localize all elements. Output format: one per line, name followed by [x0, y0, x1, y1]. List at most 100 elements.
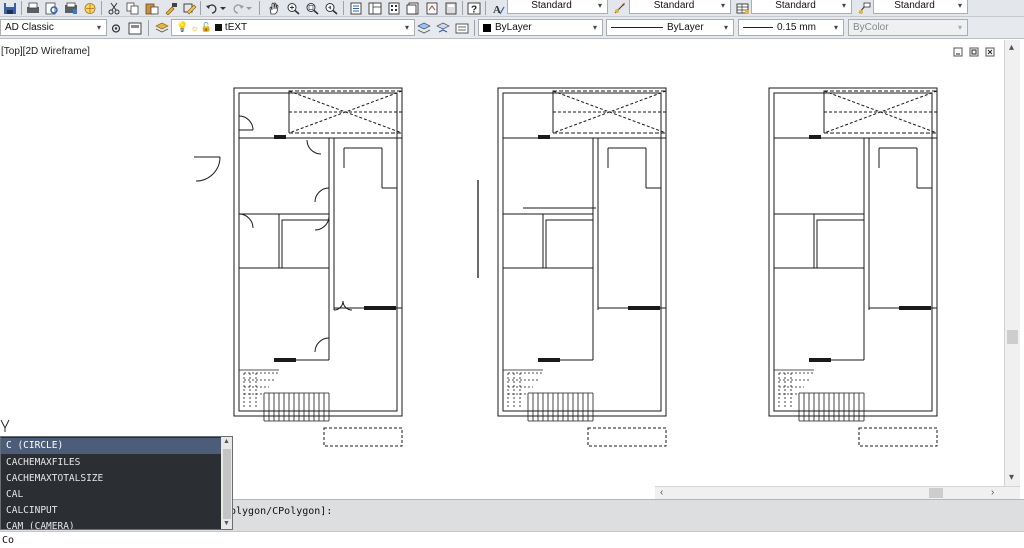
publish-icon[interactable]: [63, 1, 79, 15]
scroll-down-icon[interactable]: ▼: [223, 520, 230, 527]
autocomplete-item[interactable]: CAL: [1, 487, 221, 503]
layer-combo[interactable]: 💡 ☼ 🔓 tEXT ▾: [171, 19, 415, 36]
scroll-right-icon[interactable]: ›: [991, 487, 994, 498]
command-input[interactable]: Co: [2, 535, 14, 546]
standard-toolbar: ? A Standard ▾ Standard ▾ Standard ▾ Sta…: [0, 0, 1024, 17]
color-combo[interactable]: ByLayer ▾: [478, 19, 603, 36]
color-value: ByLayer: [495, 22, 532, 33]
3d-dwf-icon[interactable]: [82, 1, 98, 15]
match-properties-icon[interactable]: [163, 1, 179, 15]
autocomplete-item[interactable]: CALCINPUT: [1, 503, 221, 519]
linetype-preview: [611, 27, 663, 28]
paste-icon[interactable]: [144, 1, 160, 15]
dimension-style-combo[interactable]: Standard ▾: [629, 0, 731, 14]
lineweight-combo[interactable]: 0.15 mm ▾: [738, 19, 844, 36]
scroll-up-icon[interactable]: ▲: [223, 438, 230, 445]
autocomplete-item[interactable]: CAM (CAMERA): [1, 519, 221, 529]
scroll-left-icon[interactable]: ‹: [660, 487, 663, 498]
toolbar-separator: [343, 1, 344, 15]
drawing-area[interactable]: [0, 40, 1004, 486]
cut-icon[interactable]: [106, 1, 122, 15]
markup-icon[interactable]: [424, 1, 440, 15]
autocomplete-scrollbar[interactable]: ▲ ▼: [221, 437, 232, 529]
undo-icon[interactable]: [204, 1, 220, 15]
vertical-scroll-thumb[interactable]: [1007, 330, 1018, 344]
workspace-settings-icon[interactable]: [108, 21, 124, 35]
layer-unlock-icon: 🔓: [200, 22, 212, 32]
zoom-previous-icon[interactable]: [323, 1, 339, 15]
zoom-window-icon[interactable]: [304, 1, 320, 15]
toolbar-separator: [462, 1, 463, 15]
print-icon[interactable]: [25, 1, 41, 15]
redo-icon[interactable]: [230, 1, 246, 15]
viewport-restore-icon[interactable]: [969, 47, 979, 57]
multileader-style-icon[interactable]: [856, 1, 872, 15]
autocomplete-scroll-thumb[interactable]: [223, 449, 231, 519]
workspace-combo[interactable]: AD Classic ▾: [0, 19, 107, 36]
viewport-close-icon[interactable]: [985, 47, 995, 57]
layer-properties-icon[interactable]: [154, 21, 170, 35]
command-history-text: olygon/CPolygon]:: [230, 506, 333, 517]
command-autocomplete-list: C (CIRCLE) CACHEMAXFILES CACHEMAXTOTALSI…: [0, 436, 233, 530]
redo-dropdown-icon[interactable]: [245, 1, 253, 15]
lineweight-value: 0.15 mm: [777, 22, 816, 33]
chevron-down-icon: ▾: [592, 23, 597, 32]
make-current-layer-icon[interactable]: [416, 21, 432, 35]
chevron-down-icon: ▾: [723, 23, 728, 32]
dimension-style-icon[interactable]: [612, 1, 628, 15]
chevron-down-icon: ▾: [833, 23, 838, 32]
help-icon[interactable]: ?: [466, 1, 482, 15]
multileader-style-combo[interactable]: Standard ▾: [873, 0, 968, 14]
layer-previous-icon[interactable]: [435, 21, 451, 35]
viewport-minimize-icon[interactable]: [953, 47, 963, 57]
svg-text:?: ?: [471, 4, 477, 15]
autocomplete-item[interactable]: CACHEMAXFILES: [1, 455, 221, 471]
tool-palettes-icon[interactable]: [386, 1, 402, 15]
workspace-customize-icon[interactable]: [127, 21, 143, 35]
save-icon[interactable]: [2, 1, 18, 15]
linetype-combo[interactable]: ByLayer ▾: [606, 19, 734, 36]
stray-door-symbol: [194, 156, 221, 182]
chevron-down-icon: ▾: [404, 23, 409, 32]
autocomplete-item[interactable]: CACHEMAXTOTALSIZE: [1, 471, 221, 487]
workspace-value: AD Classic: [5, 22, 54, 33]
zoom-realtime-icon[interactable]: [285, 1, 301, 15]
table-style-icon[interactable]: [735, 1, 751, 15]
floor-plan-2: [497, 87, 667, 447]
design-center-icon[interactable]: [367, 1, 383, 15]
floor-plan-3: [768, 87, 938, 447]
layer-states-icon[interactable]: [454, 21, 470, 35]
sheet-set-icon[interactable]: [405, 1, 421, 15]
chevron-down-icon: ▾: [841, 1, 846, 10]
text-style-icon[interactable]: A: [490, 1, 506, 15]
viewport-label[interactable]: [Top][2D Wireframe]: [1, 46, 90, 57]
calculator-icon[interactable]: [443, 1, 459, 15]
vertical-scrollbar[interactable]: ▴ ▾: [1004, 40, 1020, 486]
color-swatch: [483, 23, 491, 32]
toolbar-separator: [200, 1, 201, 15]
multileader-style-value: Standard: [894, 0, 935, 11]
chevron-down-icon: ▾: [720, 1, 725, 10]
toolbar-separator: [21, 1, 22, 15]
plot-style-value: ByColor: [853, 22, 889, 33]
floor-plan-1: [233, 87, 403, 447]
chevron-down-icon: ▾: [96, 23, 101, 32]
undo-dropdown-icon[interactable]: [219, 1, 227, 15]
autocomplete-item[interactable]: C (CIRCLE): [1, 438, 221, 454]
layer-thaw-icon: ☼: [190, 22, 199, 33]
copy-icon[interactable]: [125, 1, 141, 15]
scroll-up-icon[interactable]: ▴: [1009, 42, 1014, 53]
toolbar-separator: [148, 20, 149, 36]
text-style-combo[interactable]: Standard ▾: [507, 0, 608, 14]
horizontal-scroll-thumb[interactable]: [929, 488, 943, 498]
horizontal-scrollbar[interactable]: ‹ ›: [655, 486, 1020, 499]
command-line[interactable]: [0, 531, 1024, 548]
pan-icon[interactable]: [266, 1, 282, 15]
toolbar-separator: [474, 20, 475, 36]
print-preview-icon[interactable]: [44, 1, 60, 15]
properties-icon[interactable]: [348, 1, 364, 15]
floor-plans-drawing: [0, 87, 938, 447]
block-editor-icon[interactable]: [182, 1, 198, 15]
scroll-down-icon[interactable]: ▾: [1009, 472, 1014, 483]
table-style-combo[interactable]: Standard ▾: [751, 0, 852, 14]
